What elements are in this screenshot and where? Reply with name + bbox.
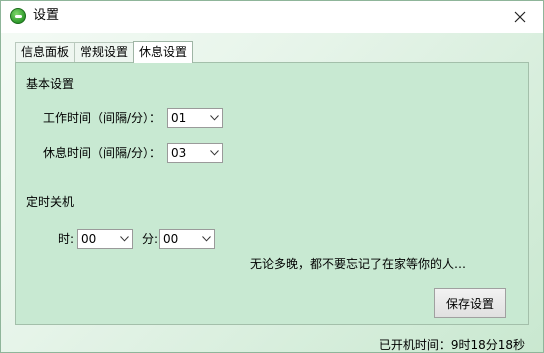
tab-info-panel[interactable]: 信息面板: [15, 42, 76, 62]
minute-value: 00: [163, 232, 179, 246]
hour-select[interactable]: 00: [77, 229, 133, 249]
quote-text: 无论多晚，都不要忘记了在家等你的人…: [250, 257, 467, 271]
work-time-select[interactable]: 01: [167, 108, 223, 128]
close-icon: [514, 11, 526, 22]
basic-settings-heading: 基本设置: [26, 77, 75, 91]
tab-rest-settings[interactable]: 休息设置: [133, 41, 194, 63]
title-bar: 设置: [1, 1, 543, 33]
save-settings-button[interactable]: 保存设置: [434, 288, 506, 318]
hour-label: 时:: [58, 232, 75, 246]
chevron-down-icon: [206, 144, 222, 162]
app-icon: [10, 8, 26, 24]
work-time-label: 工作时间（间隔/分）：: [43, 111, 162, 125]
uptime-status: 已开机时间：9时18分18秒: [378, 338, 525, 352]
tab-general-settings[interactable]: 常规设置: [74, 42, 135, 62]
rest-time-select[interactable]: 03: [167, 143, 223, 163]
window-title: 设置: [33, 8, 60, 23]
tab-bar: 信息面板 常规设置 休息设置: [15, 41, 194, 63]
shutdown-heading: 定时关机: [26, 195, 75, 209]
rest-settings-panel: 基本设置 工作时间（间隔/分）： 01 休息时间（间隔/分）： 03 定时关机 …: [15, 62, 529, 325]
minute-label: 分:: [142, 232, 159, 246]
rest-time-label: 休息时间（间隔/分）：: [43, 146, 162, 160]
minute-select[interactable]: 00: [159, 229, 215, 249]
rest-time-value: 03: [171, 146, 187, 160]
close-button[interactable]: [497, 1, 543, 32]
chevron-down-icon: [206, 109, 222, 127]
hour-value: 00: [81, 232, 97, 246]
chevron-down-icon: [198, 230, 214, 248]
settings-window: 设置 信息面板 常规设置 休息设置 基本设置 工作时间（间隔/分）： 01 休息…: [0, 0, 544, 353]
work-time-value: 01: [171, 111, 187, 125]
chevron-down-icon: [116, 230, 132, 248]
